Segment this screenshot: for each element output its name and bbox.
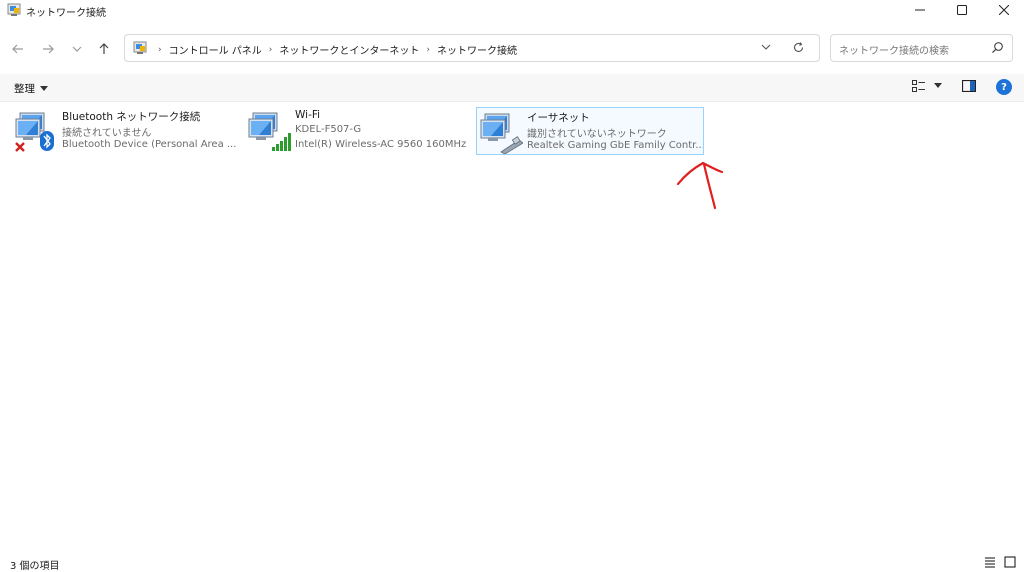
large-icons-view-button[interactable] [1004,556,1016,571]
window-title: ネットワーク接続 [26,8,106,19]
network-connections-app-icon [7,3,21,16]
arrow-left-icon [12,44,23,54]
close-button[interactable] [982,0,1024,20]
back-button[interactable] [7,38,29,60]
maximize-icon [957,5,967,15]
chevron-down-icon [72,46,82,52]
connection-name: Wi-Fi [295,109,321,121]
breadcrumb-control-panel[interactable]: コントロール パネル [169,42,262,57]
control-panel-icon [133,41,147,54]
arrow-up-icon [99,43,109,54]
breadcrumb-separator: › [158,44,162,55]
search-icon [992,42,1003,54]
caret-down-icon [934,83,942,88]
connection-item-ethernet[interactable]: イーサネット 識別されていないネットワーク Realtek Gaming GbE… [476,107,704,155]
chevron-down-icon [761,44,771,50]
network-computer-icon [15,112,54,152]
details-view-icon [985,557,995,568]
preview-pane-icon [961,79,977,93]
refresh-icon [793,42,804,53]
breadcrumb: › コントロール パネル › ネットワークとインターネット › ネットワーク接続 [151,42,517,58]
command-bar: 整理 ? [0,74,1024,102]
minimize-button[interactable] [898,0,942,20]
view-options-icon [912,80,925,92]
details-view-button[interactable] [984,556,996,571]
network-computer-icon [248,112,291,151]
item-count: 3 個の項目 [10,561,60,572]
up-button[interactable] [93,38,115,60]
red-arrow-annotation [676,161,724,210]
organize-label: 整理 [14,83,35,95]
network-computer-icon [480,113,523,154]
breadcrumb-network-connections[interactable]: ネットワーク接続 [437,42,517,57]
help-button[interactable]: ? [996,79,1012,95]
breadcrumb-separator[interactable]: › [426,45,430,55]
title-bar: ネットワーク接続 [0,0,1024,22]
minimize-icon [915,9,925,11]
status-bar: 3 個の項目 [0,552,1024,572]
help-icon: ? [1001,81,1007,93]
connection-item-wifi[interactable]: Wi-Fi KDEL-F507-G Intel(R) Wireless-AC 9… [245,107,475,155]
refresh-button[interactable] [792,41,805,57]
connection-status: 接続されていません [62,128,152,139]
breadcrumb-separator[interactable]: › [269,45,273,55]
search-placeholder: ネットワーク接続の検索 [839,46,949,57]
forward-button[interactable] [37,38,59,60]
connection-device: Realtek Gaming GbE Family Contr... [527,140,703,151]
close-icon [999,5,1009,15]
navigation-bar: › コントロール パネル › ネットワークとインターネット › ネットワーク接続… [0,30,1024,68]
preview-pane-button[interactable] [961,79,977,95]
address-bar[interactable]: › コントロール パネル › ネットワークとインターネット › ネットワーク接続 [124,34,820,62]
connection-name: Bluetooth ネットワーク接続 [62,111,201,123]
caret-down-icon [40,85,48,91]
search-input[interactable]: ネットワーク接続の検索 [830,34,1013,62]
connection-status: KDEL-F507-G [295,124,362,135]
connection-device: Intel(R) Wireless-AC 9560 160MHz [295,139,467,150]
address-history-dropdown[interactable] [761,42,771,55]
connection-item-bluetooth[interactable]: Bluetooth ネットワーク接続 接続されていません Bluetooth D… [12,107,242,155]
change-view-button[interactable] [912,80,942,92]
organize-menu-button[interactable]: 整理 [14,81,48,96]
connection-name: イーサネット [527,112,590,124]
connection-device: Bluetooth Device (Personal Area ... [62,139,237,150]
arrow-right-icon [43,44,54,54]
connection-status: 識別されていないネットワーク [527,129,667,140]
breadcrumb-network-internet[interactable]: ネットワークとインターネット [279,42,419,57]
maximize-button[interactable] [940,0,984,20]
recent-locations-button[interactable] [66,38,88,60]
tiles-view-icon [1004,556,1016,568]
